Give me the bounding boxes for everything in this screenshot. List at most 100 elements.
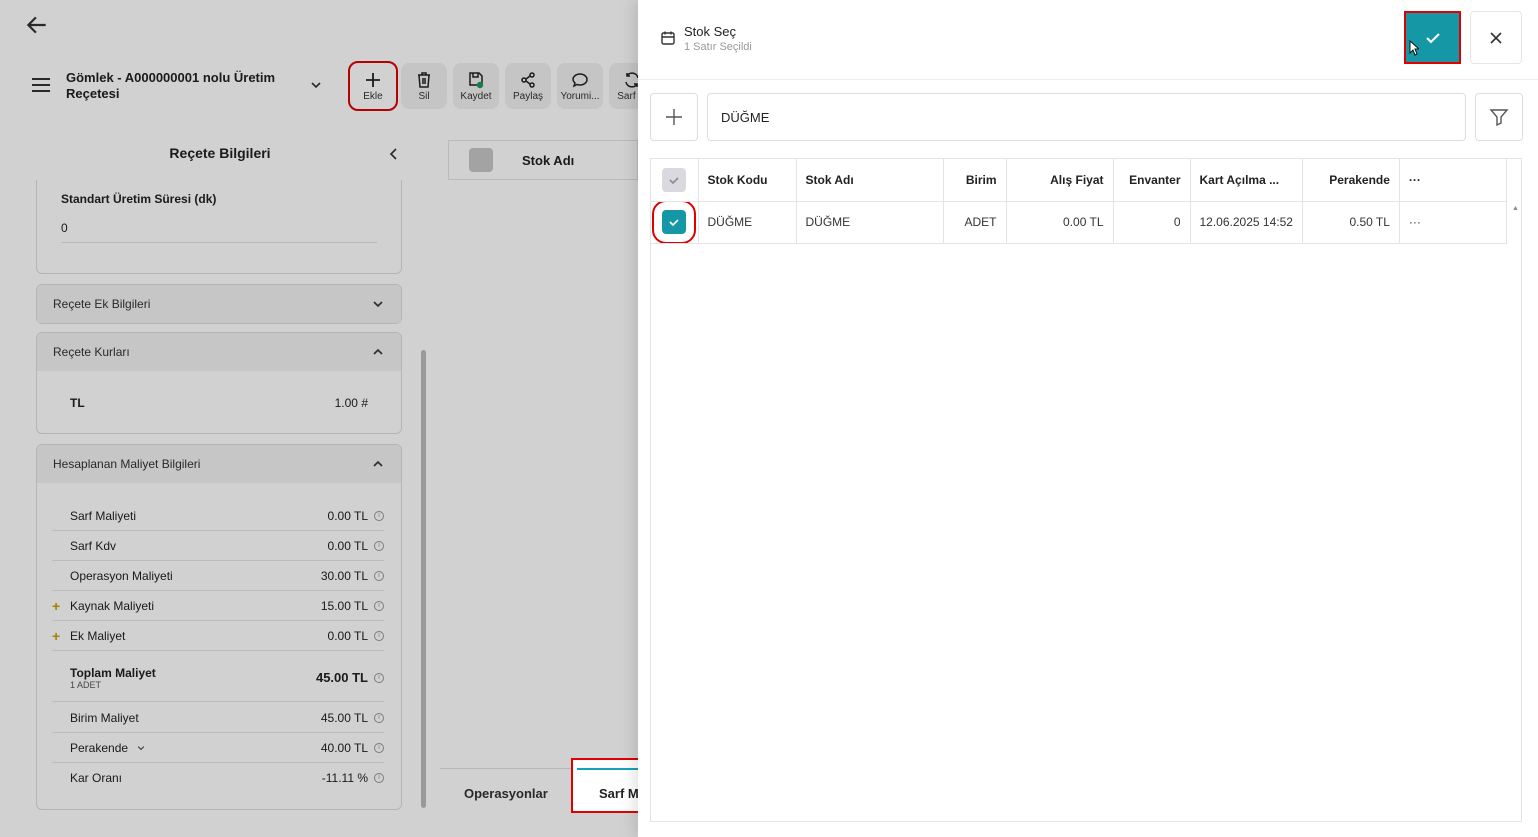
info-icon[interactable]: i — [374, 630, 384, 641]
row-select-cell — [651, 201, 699, 244]
info-icon[interactable]: i — [374, 600, 384, 611]
background-app: Gömlek - A000000001 nolu Üretim Reçetesi… — [0, 0, 638, 837]
share-button[interactable]: Paylaş — [505, 63, 551, 109]
column-options[interactable]: ··· — [1399, 159, 1507, 202]
table-header-row: Stok Kodu Stok Adı Birim Alış Fiyat Enva… — [651, 159, 1507, 202]
stock-grid: Stok Kodu Stok Adı Birim Alış Fiyat Enva… — [650, 158, 1522, 822]
chevron-down-icon[interactable] — [309, 78, 323, 92]
select-all-cell — [651, 159, 699, 202]
plus-icon[interactable]: + — [52, 628, 60, 644]
trash-icon — [418, 71, 430, 88]
cost-row: + Ek Maliyet 0.00 TL i — [52, 621, 384, 651]
total-cost-row: Toplam Maliyet 1 ADET 45.00 TL i — [52, 654, 384, 702]
extra-info-header[interactable]: Reçete Ek Bilgileri — [37, 285, 401, 323]
consumption-button[interactable]: Sarf M — [609, 63, 638, 109]
filter-icon — [1489, 109, 1509, 127]
add-button[interactable]: Ekle — [348, 61, 398, 111]
divider — [61, 242, 377, 243]
column-header: Stok Adı — [522, 153, 575, 168]
info-icon[interactable]: i — [374, 773, 384, 783]
cost-row: Operasyon Maliyeti 30.00 TL i — [52, 561, 384, 591]
tab-operations[interactable]: Operasyonlar — [464, 786, 548, 801]
filter-button[interactable] — [1475, 93, 1523, 141]
production-time-value[interactable]: 0 — [61, 221, 68, 235]
back-arrow-icon[interactable] — [24, 12, 50, 38]
panel-title: Reçete Bilgileri — [169, 145, 271, 161]
costs-header[interactable]: Hesaplanan Maliyet Bilgileri — [37, 445, 401, 483]
rates-header[interactable]: Reçete Kurları — [37, 333, 401, 371]
table-row[interactable]: DÜĞME DÜĞME ADET 0.00 TL 0 12.06.2025 14… — [651, 201, 1507, 244]
comment-button[interactable]: Yorumi... — [557, 63, 603, 109]
column-header[interactable]: Stok Kodu — [698, 159, 797, 202]
chevron-up-icon — [373, 348, 383, 355]
grid-scrollbar[interactable]: ▲ — [1511, 201, 1519, 821]
share-icon — [521, 71, 535, 88]
stock-code-cell: DÜĞME — [698, 201, 797, 244]
chevron-down-icon[interactable] — [136, 743, 146, 753]
plus-icon — [366, 72, 380, 87]
plus-icon — [666, 109, 682, 125]
cost-row: Sarf Kdv 0.00 TL i — [52, 531, 384, 561]
save-icon — [469, 71, 484, 88]
select-all-checkbox[interactable] — [662, 167, 687, 192]
check-icon — [1425, 32, 1440, 43]
plus-icon[interactable]: + — [52, 598, 60, 614]
chevron-left-icon[interactable] — [386, 146, 402, 162]
column-header[interactable]: Kart Açılma ... — [1190, 159, 1303, 202]
scroll-up-arrow-icon[interactable]: ▲ — [1512, 205, 1519, 212]
column-header[interactable]: Perakende — [1302, 159, 1400, 202]
refresh-icon — [625, 71, 638, 88]
info-icon[interactable]: i — [374, 672, 384, 683]
search-input[interactable] — [707, 93, 1466, 141]
close-button[interactable] — [1470, 11, 1522, 64]
column-header[interactable]: Birim — [943, 159, 1007, 202]
column-header[interactable]: Envanter — [1113, 159, 1191, 202]
column-header[interactable]: Alış Fiyat — [1006, 159, 1114, 202]
info-icon[interactable]: i — [374, 540, 384, 551]
drawer-title: Stok Seç — [684, 24, 737, 39]
consumption-grid-panel — [440, 130, 638, 820]
rates-card: Reçete Kurları — [36, 332, 402, 434]
stock-table: Stok Kodu Stok Adı Birim Alış Fiyat Enva… — [651, 159, 1507, 244]
inventory-cell: 0 — [1113, 201, 1191, 244]
cost-row: Birim Maliyet 45.00 TL i — [52, 703, 384, 733]
hamburger-menu-icon[interactable] — [30, 75, 52, 95]
extra-info-card[interactable]: Reçete Ek Bilgileri — [36, 284, 402, 324]
confirm-button[interactable] — [1404, 11, 1461, 64]
panel-scrollbar-thumb[interactable] — [421, 350, 426, 808]
row-checkbox[interactable] — [652, 201, 697, 242]
drawer-header: Stok Seç 1 Satır Seçildi — [638, 0, 1538, 80]
card-open-date-cell: 12.06.2025 14:52 — [1190, 201, 1303, 244]
selection-count: 1 Satır Seçildi — [684, 41, 752, 53]
retail-price-cell: 0.50 TL — [1302, 201, 1400, 244]
add-stock-button[interactable] — [650, 93, 698, 141]
check-icon — [669, 177, 679, 184]
chevron-up-icon — [373, 460, 383, 467]
mouse-cursor-icon — [1409, 40, 1419, 56]
delete-button[interactable]: Sil — [401, 63, 447, 109]
purchase-price-cell: 0.00 TL — [1006, 201, 1114, 244]
info-icon[interactable]: i — [374, 570, 384, 581]
document-title: Gömlek - A000000001 nolu Üretim Reçetesi — [66, 70, 276, 101]
rate-row: TL 1.00 # — [70, 396, 368, 410]
row-options[interactable]: ··· — [1399, 201, 1507, 244]
production-time-label: Standart Üretim Süresi (dk) — [61, 192, 217, 206]
chevron-down-icon — [373, 301, 383, 308]
check-icon — [669, 219, 679, 227]
info-icon[interactable]: i — [374, 742, 384, 753]
info-icon[interactable]: i — [374, 510, 384, 521]
unit-cell: ADET — [943, 201, 1007, 244]
cost-row: + Kaynak Maliyeti 15.00 TL i — [52, 591, 384, 621]
stock-name-cell: DÜĞME — [796, 201, 944, 244]
stock-select-drawer: Stok Seç 1 Satır Seçildi Stok — [638, 0, 1538, 837]
active-tab-indicator — [577, 768, 641, 770]
select-all-checkbox[interactable] — [469, 148, 493, 172]
close-icon — [1490, 31, 1502, 44]
cost-row: Sarf Maliyeti 0.00 TL i — [52, 501, 384, 531]
cost-row: Kar Oranı -11.11 % i — [52, 763, 384, 793]
column-header[interactable]: Stok Adı — [796, 159, 944, 202]
save-button[interactable]: Kaydet — [453, 63, 499, 109]
calendar-icon — [661, 31, 675, 45]
comment-icon — [572, 72, 588, 87]
info-icon[interactable]: i — [374, 712, 384, 723]
